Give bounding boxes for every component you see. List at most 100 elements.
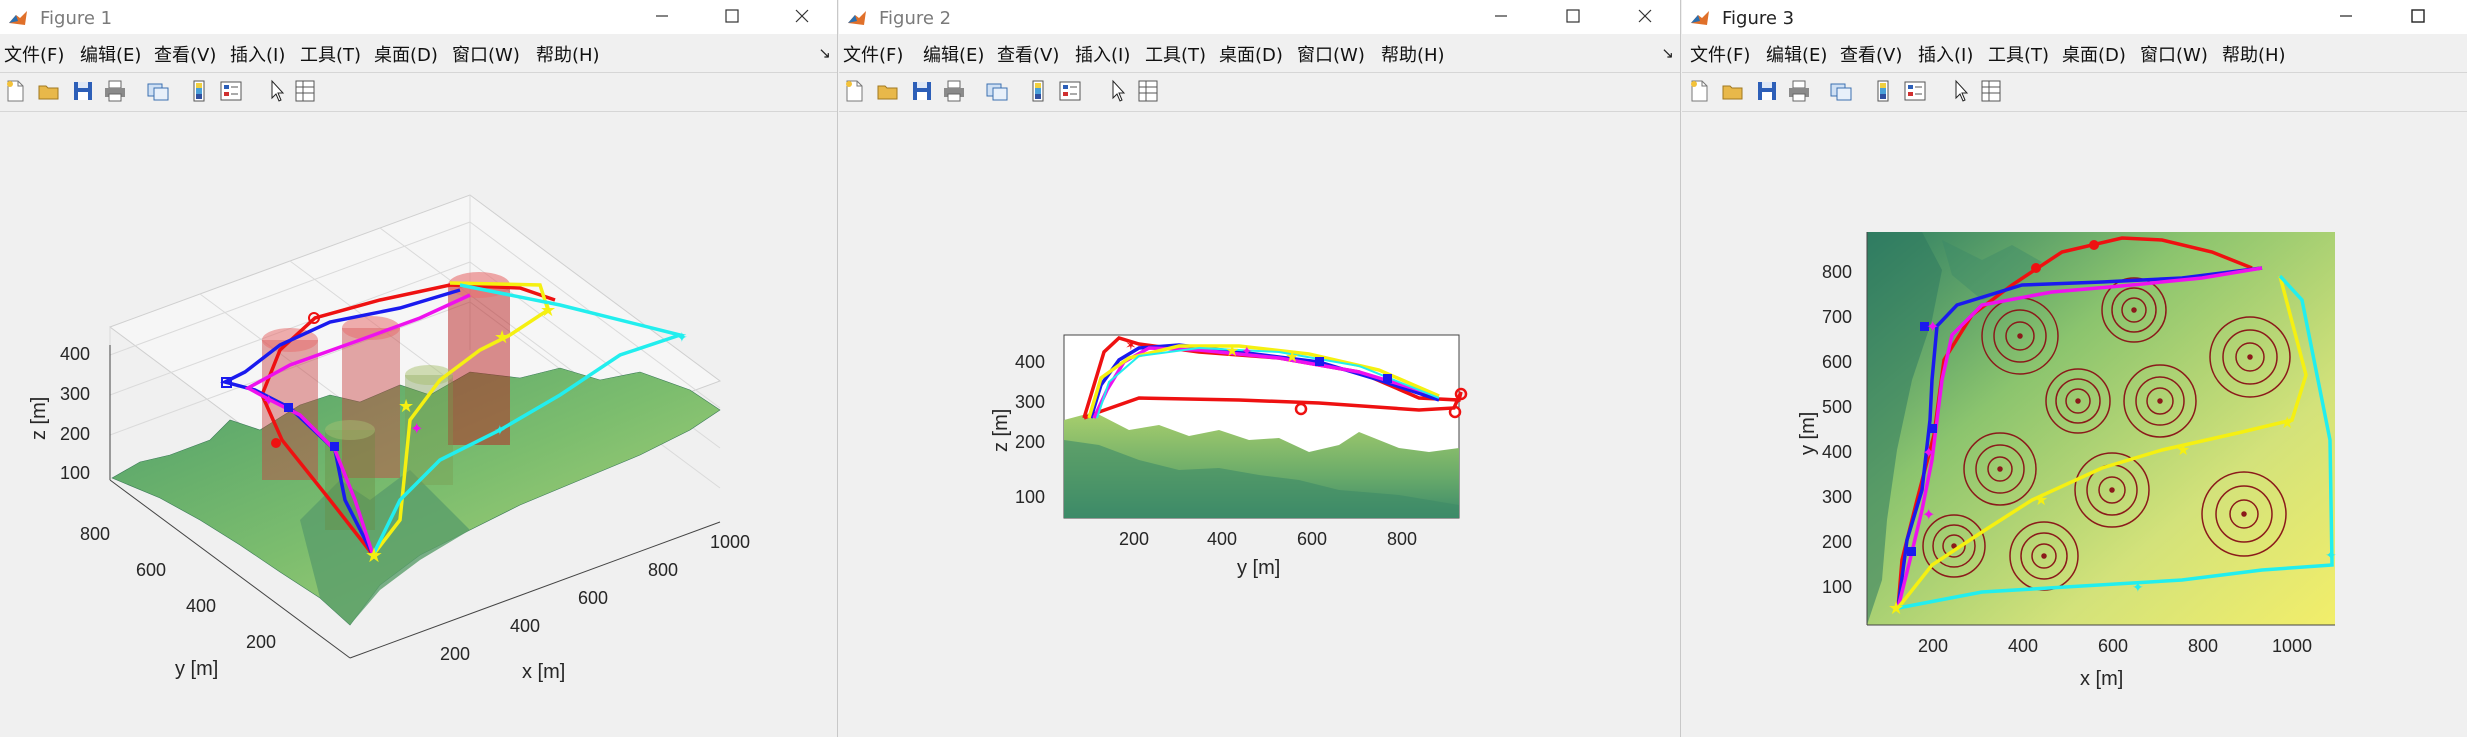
menu-help[interactable]: 帮助(H): [1381, 41, 1445, 67]
pointer-icon[interactable]: [1105, 78, 1131, 104]
menu-edit[interactable]: 编辑(E): [80, 41, 141, 67]
new-file-icon[interactable]: [1686, 78, 1712, 104]
marker-yellow: ★: [1225, 343, 1239, 360]
z-tick: 400: [1015, 352, 1045, 372]
link-figure-icon[interactable]: [1828, 78, 1854, 104]
minimize-icon[interactable]: [1489, 4, 1513, 28]
menu-desktop[interactable]: 桌面(D): [374, 41, 438, 67]
property-inspector-icon[interactable]: [1978, 78, 2004, 104]
z-tick: 100: [60, 463, 90, 483]
link-figure-icon[interactable]: [984, 78, 1010, 104]
new-file-icon[interactable]: [841, 78, 867, 104]
maximize-icon[interactable]: [1561, 4, 1585, 28]
legend-icon[interactable]: [1902, 78, 1928, 104]
menu-tools[interactable]: 工具(T): [1145, 41, 1206, 67]
menu-help[interactable]: 帮助(H): [2222, 41, 2286, 67]
menu-file[interactable]: 文件(F): [1690, 41, 1750, 67]
marker-cyan-2: ✦: [2132, 579, 2144, 595]
legend-icon[interactable]: [218, 78, 244, 104]
open-folder-icon[interactable]: [875, 78, 901, 104]
save-icon[interactable]: [70, 78, 96, 104]
menu-desktop[interactable]: 桌面(D): [1219, 41, 1283, 67]
y-axis-label: y [m]: [175, 658, 218, 680]
x-tick: 200: [440, 644, 470, 664]
figure-3-axes[interactable]: ✦ ✦ ✦ ★ ★ ★ ★ ✦ ✦ 800 700 600 500 400 30…: [1682, 112, 2467, 736]
z-tick: 300: [60, 384, 90, 404]
menu-help[interactable]: 帮助(H): [536, 41, 600, 67]
colorbar-icon[interactable]: [186, 78, 212, 104]
figure-2-axes[interactable]: ★ ★ ✦ ✶ 400 300 200 100 200 400 600 800 …: [839, 112, 1680, 736]
print-icon[interactable]: [941, 78, 967, 104]
matlab-logo-icon: [848, 11, 866, 25]
figure-2-window: Figure 2 文件(F) 编辑(E) 查看(V) 插入(I) 工具(T) 桌…: [839, 0, 1681, 737]
menu-insert[interactable]: 插入(I): [1918, 41, 1973, 67]
maximize-icon[interactable]: [2406, 4, 2430, 28]
y-tick: 200: [1822, 532, 1852, 552]
marker-magenta-3: ✦: [1922, 507, 1935, 524]
threat-zone: [2045, 368, 2111, 434]
menu-edit[interactable]: 编辑(E): [1766, 41, 1827, 67]
pointer-icon[interactable]: [1948, 78, 1974, 104]
menu-view[interactable]: 查看(V): [1840, 41, 1902, 67]
y-tick: 800: [1387, 529, 1417, 549]
menu-insert[interactable]: 插入(I): [230, 41, 285, 67]
marker-magenta-2: ✦: [1922, 445, 1935, 462]
menu-tools[interactable]: 工具(T): [1988, 41, 2049, 67]
menu-desktop[interactable]: 桌面(D): [2062, 41, 2126, 67]
pointer-icon[interactable]: [264, 78, 290, 104]
menu-bar: 文件(F) 编辑(E) 查看(V) 插入(I) 工具(T) 桌面(D) 窗口(W…: [839, 38, 1680, 68]
legend-icon[interactable]: [1057, 78, 1083, 104]
figure-1-axes[interactable]: ✦ ✦ ★ ★ ★ ★ ✦ ✦ 400 300 200 100 800 600 …: [0, 112, 836, 736]
y-tick: 600: [136, 560, 166, 580]
x-tick: 600: [578, 588, 608, 608]
print-icon[interactable]: [1786, 78, 1812, 104]
figure-toolbar: [0, 72, 837, 112]
save-icon[interactable]: [909, 78, 935, 104]
property-inspector-icon[interactable]: [1135, 78, 1161, 104]
minimize-icon[interactable]: [2334, 4, 2358, 28]
y-tick: 100: [1822, 577, 1852, 597]
y-tick: 200: [1119, 529, 1149, 549]
colorbar-icon[interactable]: [1025, 78, 1051, 104]
marker-red-star: ✶: [1125, 337, 1137, 353]
z-tick: 200: [1015, 432, 1045, 452]
open-folder-icon[interactable]: [36, 78, 62, 104]
menu-tools[interactable]: 工具(T): [300, 41, 361, 67]
threat-zone: [1922, 514, 1986, 578]
x-axis-label: x [m]: [522, 661, 565, 683]
marker-yellow-2: ★: [2176, 442, 2190, 459]
save-icon[interactable]: [1754, 78, 1780, 104]
menu-window[interactable]: 窗口(W): [2140, 41, 2208, 67]
menu-file[interactable]: 文件(F): [843, 41, 903, 67]
toolbar-dock-arrow-icon[interactable]: ↘: [1661, 44, 1674, 62]
y-axis-label: y [m]: [1797, 412, 1819, 455]
menu-bar: 文件(F) 编辑(E) 查看(V) 插入(I) 工具(T) 桌面(D) 窗口(W…: [1682, 38, 2467, 68]
maximize-icon[interactable]: [720, 4, 744, 28]
new-file-icon[interactable]: [2, 78, 28, 104]
property-inspector-icon[interactable]: [292, 78, 318, 104]
menu-window[interactable]: 窗口(W): [452, 41, 520, 67]
menu-edit[interactable]: 编辑(E): [923, 41, 984, 67]
open-folder-icon[interactable]: [1720, 78, 1746, 104]
menu-view[interactable]: 查看(V): [997, 41, 1059, 67]
colorbar-icon[interactable]: [1870, 78, 1896, 104]
window-title: Figure 2: [879, 8, 952, 29]
marker-magenta: ✦: [410, 421, 423, 438]
close-icon[interactable]: [1633, 4, 1657, 28]
menu-window[interactable]: 窗口(W): [1297, 41, 1365, 67]
toolbar-dock-arrow-icon[interactable]: ↘: [818, 44, 831, 62]
link-figure-icon[interactable]: [145, 78, 171, 104]
marker-cyan: ✦: [2325, 547, 2337, 563]
title-bar[interactable]: Figure 2: [839, 0, 1680, 34]
y-tick: 400: [186, 596, 216, 616]
title-bar[interactable]: Figure 1: [0, 0, 837, 34]
title-bar[interactable]: Figure 3: [1682, 0, 2467, 34]
y-tick: 400: [1822, 442, 1852, 462]
print-icon[interactable]: [102, 78, 128, 104]
menu-insert[interactable]: 插入(I): [1075, 41, 1130, 67]
menu-file[interactable]: 文件(F): [4, 41, 64, 67]
minimize-icon[interactable]: [650, 4, 674, 28]
close-icon[interactable]: [790, 4, 814, 28]
menu-view[interactable]: 查看(V): [154, 41, 216, 67]
z-tick: 200: [60, 424, 90, 444]
